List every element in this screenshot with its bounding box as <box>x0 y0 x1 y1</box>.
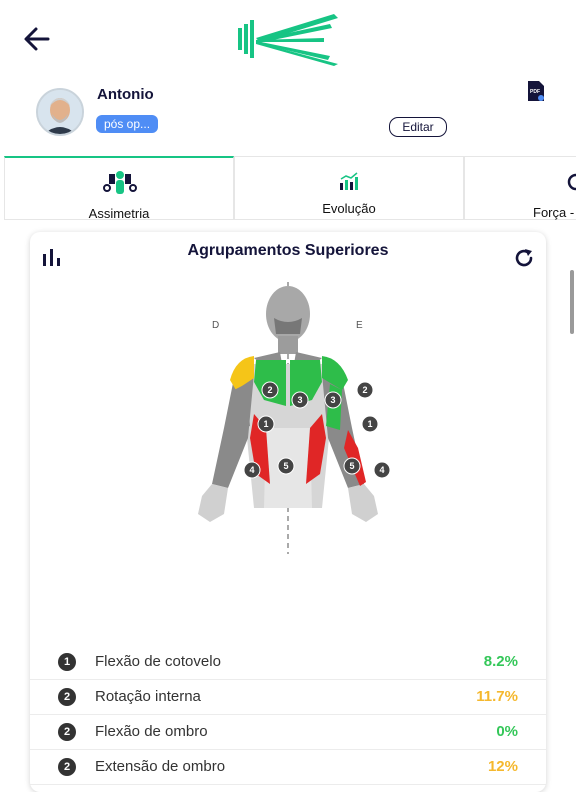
svg-text:PDF: PDF <box>530 89 540 95</box>
marker-3: 3 <box>297 395 302 405</box>
item-label: Extensão de ombro <box>95 758 226 775</box>
list-item[interactable]: 2 Rotação interna 11.7% <box>30 680 546 715</box>
back-arrow-icon[interactable] <box>20 22 54 56</box>
list-item[interactable]: 2 Flexão de ombro 0% <box>30 715 546 750</box>
marker-1: 1 <box>263 419 268 429</box>
edit-button[interactable]: Editar <box>389 117 447 137</box>
item-number: 2 <box>58 723 76 741</box>
tab-label: Evolução <box>322 201 376 216</box>
tab-label: Assimetria <box>88 206 150 221</box>
item-number: 2 <box>58 688 76 706</box>
refresh-icon[interactable] <box>512 246 536 270</box>
item-number: 1 <box>58 653 76 671</box>
tab-assimetria[interactable]: Assimetria <box>4 156 234 221</box>
item-label: Flexão de ombro <box>95 723 208 740</box>
tab-bar: Assimetria Evolução Força - <box>0 156 576 222</box>
item-number: 2 <box>58 758 76 776</box>
evolution-chart-icon <box>340 172 358 190</box>
upper-body-diagram: D E 2 3 3 2 1 1 4 5 5 4 <box>198 282 391 554</box>
strength-icon <box>567 173 576 191</box>
avatar <box>36 88 84 136</box>
marker-1: 1 <box>367 419 372 429</box>
marker-2: 2 <box>362 385 367 395</box>
scrollbar[interactable] <box>570 270 574 334</box>
marker-2: 2 <box>267 385 272 395</box>
item-value: 11.7% <box>476 688 518 705</box>
list-item[interactable]: 1 Flexão de cotovelo 8.2% <box>30 645 546 680</box>
marker-3: 3 <box>330 395 335 405</box>
marker-4: 4 <box>249 465 254 475</box>
side-label-left: E <box>356 320 363 331</box>
item-value: 0% <box>496 723 518 740</box>
item-value: 12% <box>487 758 518 775</box>
card-title: Agrupamentos Superiores <box>187 242 389 259</box>
pdf-icon[interactable]: PDF <box>527 80 545 102</box>
side-label-right: D <box>212 320 219 331</box>
marker-5: 5 <box>349 461 354 471</box>
asymmetry-icon <box>103 171 137 194</box>
tab-label: Força - <box>533 205 575 220</box>
marker-5: 5 <box>283 461 288 471</box>
brand-logo <box>238 14 338 66</box>
tab-forca[interactable]: Força - <box>464 156 576 220</box>
item-label: Rotação interna <box>95 688 201 705</box>
marker-4: 4 <box>379 465 384 475</box>
item-label: Flexão de cotovelo <box>95 653 221 670</box>
patient-name: Antonio <box>97 86 154 103</box>
tab-evolucao[interactable]: Evolução <box>234 156 464 220</box>
status-badge: pós op... <box>96 115 159 133</box>
item-value: 8.2% <box>483 653 518 670</box>
muscle-card: Agrupamentos Superiores D E 2 3 3 2 1 1 … <box>30 232 546 792</box>
